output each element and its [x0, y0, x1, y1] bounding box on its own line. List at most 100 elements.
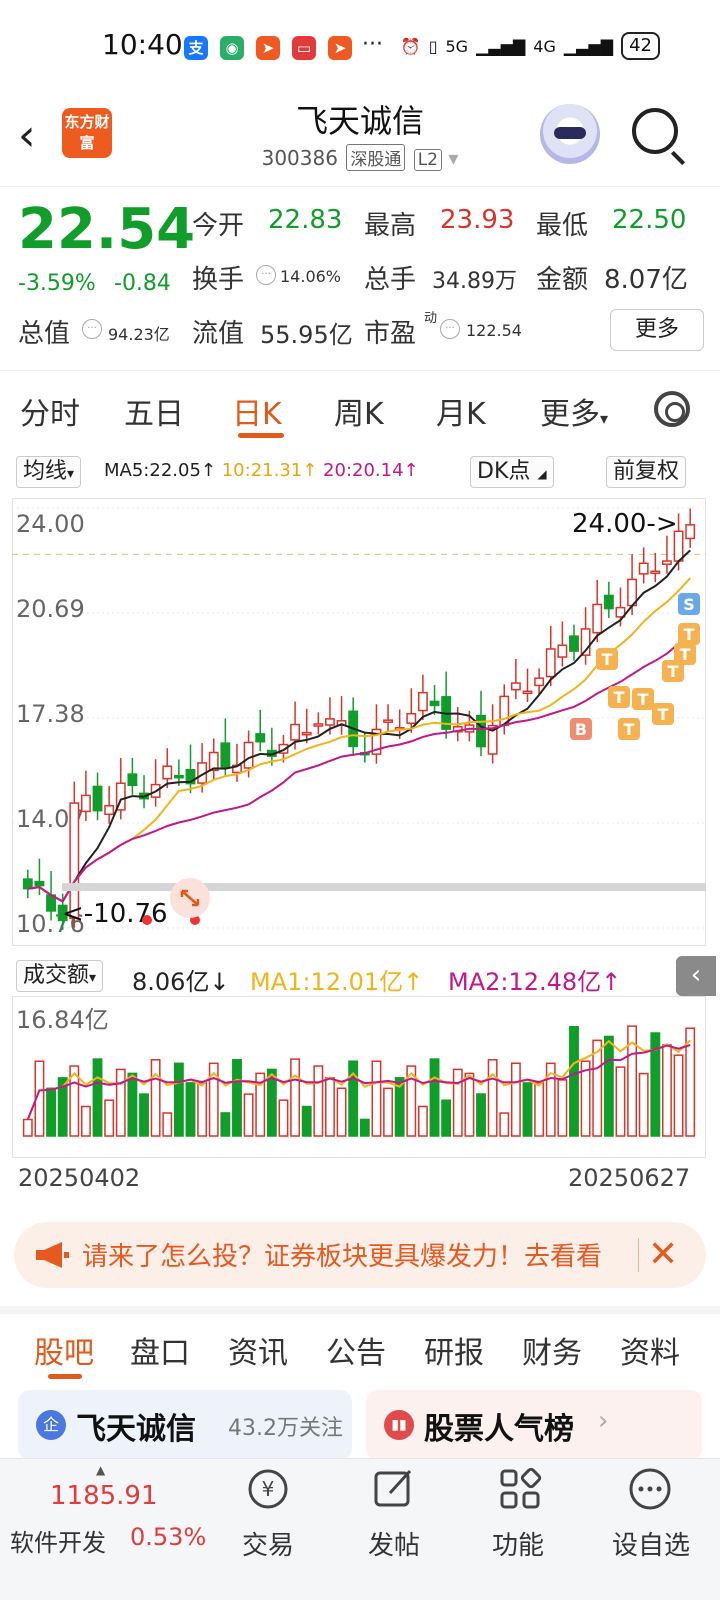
functions-label: 功能	[492, 1531, 545, 1561]
volume-value: 34.89万	[432, 269, 517, 294]
candle-body	[510, 682, 521, 691]
min-price-marker: <-10.76	[62, 899, 168, 929]
section-tabs: 股吧 盘口 资讯 公告 研报 财务 资料	[0, 1306, 720, 1379]
volume-bar	[417, 1105, 428, 1137]
assistant-robot-icon[interactable]	[540, 104, 600, 164]
post-label: 发帖	[368, 1531, 421, 1561]
signal-bars-icon: ▁▃▅▇	[563, 36, 614, 56]
volume-bar	[336, 1087, 347, 1137]
tab-monthly-k[interactable]: 月K	[436, 389, 486, 433]
divider	[638, 1238, 639, 1272]
more-notifications-icon: ···	[362, 32, 383, 57]
volume-chart[interactable]: 16.84亿	[12, 996, 706, 1158]
volume-bar	[301, 1105, 312, 1137]
collapse-panel-button[interactable]: ‹	[676, 956, 716, 996]
rank-card[interactable]: ▮▮ 股票人气榜 ›	[366, 1390, 702, 1460]
volume-bar	[290, 1058, 301, 1137]
ma-legend: MA5:22.05↑ 10:21.31↑ 20:20.14↑	[104, 460, 419, 481]
megaphone-icon	[36, 1242, 69, 1268]
info-icon[interactable]: ···	[256, 265, 276, 285]
exchange-tag: 深股通	[346, 144, 406, 171]
tab-five-day[interactable]: 五日	[124, 389, 184, 433]
signal-t-label: T	[602, 650, 613, 669]
stock-name: 飞天诚信	[295, 102, 424, 140]
volume-bar	[615, 1066, 626, 1137]
volume-bar	[325, 1077, 335, 1137]
change-percent: -3.59%	[18, 271, 96, 296]
adjust-button[interactable]: 前复权	[606, 456, 687, 488]
max-price-marker: 24.00->	[572, 509, 678, 539]
forum-card[interactable]: 企 飞天诚信 43.2万关注	[18, 1390, 352, 1460]
volume-bar	[92, 1058, 103, 1137]
trade-label: 交易	[242, 1531, 295, 1561]
volume-bar	[464, 1072, 475, 1137]
stock-code: 300386	[261, 146, 338, 170]
candle-body	[592, 603, 603, 634]
promo-banner[interactable]: 请来了怎么投？证券板块更具爆发力！去看看 ✕	[14, 1222, 706, 1288]
signal-b-label: B	[575, 720, 587, 739]
candle-body	[685, 524, 696, 540]
volume-selector[interactable]: 成交额▾	[16, 960, 104, 992]
volume-bar	[22, 1118, 33, 1137]
tab-daily-k[interactable]: 日K	[232, 389, 282, 433]
volume-bar	[232, 1059, 242, 1137]
tab-more[interactable]: 更多▾	[540, 389, 608, 433]
volume-bar	[104, 1099, 115, 1137]
candle-body	[34, 880, 45, 887]
signal-t-label: T	[624, 720, 635, 739]
tab-weekly-k[interactable]: 周K	[334, 389, 384, 433]
tab-forum[interactable]: 股吧	[34, 1328, 94, 1372]
more-button[interactable]: 更多	[610, 309, 704, 351]
search-icon[interactable]	[632, 108, 678, 154]
volume-bar	[522, 1082, 533, 1137]
alarm-icon: ⏰	[400, 36, 421, 56]
tab-research[interactable]: 研报	[424, 1328, 484, 1372]
gear-icon[interactable]	[654, 391, 690, 427]
tab-financials[interactable]: 财务	[522, 1328, 582, 1372]
bar-chart-icon: ▮▮	[384, 1410, 414, 1440]
forum-name: 飞天诚信	[76, 1412, 196, 1447]
close-icon[interactable]: ✕	[648, 1234, 678, 1275]
volume-bar	[487, 1059, 498, 1137]
candle-body	[325, 718, 335, 726]
tab-intraday[interactable]: 分时	[20, 389, 80, 433]
volume-bar	[278, 1099, 289, 1137]
ma-selector[interactable]: 均线▾	[16, 456, 82, 488]
signal-5g-icon: 5G	[445, 36, 469, 56]
stock-code-line[interactable]: 300386 深股通 L2 ▾	[0, 144, 720, 171]
pe-value: 122.54	[466, 321, 522, 340]
trade-icon: ¥	[248, 1469, 288, 1509]
float-value: 55.95亿	[260, 321, 353, 349]
candle-body	[557, 644, 568, 658]
tab-orderbook[interactable]: 盘口	[130, 1328, 190, 1372]
candle-body	[638, 562, 649, 575]
mail-icon: ▭	[292, 36, 316, 60]
signal-bars-icon: ▁▃▅▇	[476, 36, 526, 56]
battery-icon: 42	[621, 32, 660, 60]
level-tag: L2	[413, 149, 442, 171]
support-band	[62, 883, 706, 892]
dk-point-button[interactable]: DK点 ◢	[470, 456, 554, 488]
y-axis-label: 24.00	[16, 510, 85, 538]
tab-news[interactable]: 资讯	[228, 1328, 288, 1372]
banner-text: 请来了怎么投？证券板块更具爆发力！去看看	[82, 1242, 603, 1272]
info-icon[interactable]: ···	[82, 319, 102, 339]
forum-badge-icon: 企	[36, 1410, 66, 1440]
event-dot	[142, 915, 152, 925]
high-value: 23.93	[440, 205, 515, 235]
chart-frame	[12, 498, 706, 946]
volume-current: 8.06亿↓	[132, 968, 230, 996]
candle-body	[522, 690, 533, 695]
candle-body	[383, 719, 393, 723]
info-icon[interactable]: ···	[440, 319, 460, 339]
volume-bar	[139, 1093, 149, 1137]
volume-bar	[162, 1112, 173, 1137]
indicator-bar: 均线▾ MA5:22.05↑ 10:21.31↑ 20:20.14↑ DK点 ◢…	[0, 454, 720, 490]
high-label: 最高	[364, 211, 417, 241]
kline-chart[interactable]: 24.0020.6917.3814.0710.7624.00-><-10.76B…	[12, 498, 706, 946]
signal-t-label: T	[684, 625, 695, 644]
candle-body	[173, 774, 184, 779]
tab-profile[interactable]: 资料	[620, 1328, 680, 1372]
tab-announcements[interactable]: 公告	[326, 1328, 386, 1372]
amount-label: 金额	[536, 265, 589, 295]
